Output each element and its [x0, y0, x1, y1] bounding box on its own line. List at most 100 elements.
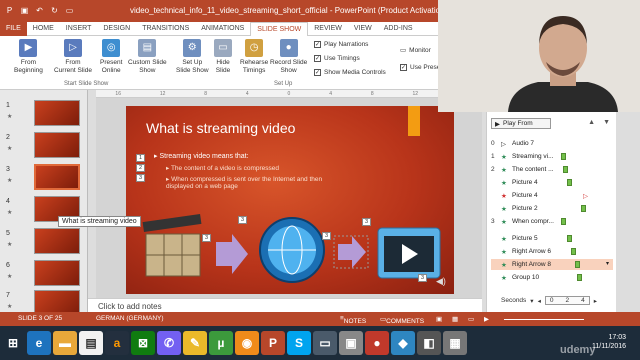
skype-icon[interactable]: S: [287, 331, 311, 355]
recorder-icon[interactable]: ●: [365, 331, 389, 355]
timing-bar[interactable]: [567, 179, 572, 186]
slide-body[interactable]: ▸ Streaming video means that: ▸ The cont…: [154, 152, 334, 193]
slide[interactable]: What is streaming video ▸ Streaming vide…: [126, 106, 454, 294]
slide-thumbnail-selected[interactable]: 3 ★: [4, 164, 84, 190]
slide-thumbnail[interactable]: 1 ★: [4, 100, 84, 126]
animation-item[interactable]: 3 ★ When compr...: [491, 216, 613, 227]
animation-badge[interactable]: 2: [136, 164, 145, 172]
scroll-left-icon[interactable]: ◂: [538, 297, 541, 305]
view-normal-icon[interactable]: ▣: [436, 315, 442, 323]
tab-review[interactable]: REVIEW: [308, 22, 348, 36]
hide-slide-button[interactable]: ▭ Hide Slide: [214, 39, 232, 75]
language-indicator[interactable]: GERMAN (GERMANY): [96, 315, 164, 322]
timing-bar[interactable]: [561, 218, 566, 225]
record-slide-show-button[interactable]: ● Record Slide Show: [270, 39, 307, 75]
start-slideshow-icon[interactable]: ▭: [64, 5, 75, 16]
timing-bar[interactable]: [571, 248, 576, 255]
app-icon[interactable]: ◧: [417, 331, 441, 355]
slide-title[interactable]: What is streaming video: [146, 120, 295, 136]
exit-marker-icon[interactable]: ▷: [583, 192, 588, 200]
animation-item[interactable]: 0 ▷ Audio 7: [491, 138, 613, 149]
undo-icon[interactable]: ↶: [34, 5, 45, 16]
animation-badge[interactable]: 3: [322, 232, 331, 240]
powerpoint-taskbar-icon[interactable]: P: [261, 331, 285, 355]
comments-toggle[interactable]: ▭ COMMENTS: [380, 315, 424, 325]
notes-field[interactable]: Click to add notes: [88, 298, 482, 312]
animation-badge[interactable]: 3: [418, 274, 427, 282]
animation-badge[interactable]: 3: [238, 216, 247, 224]
system-clock[interactable]: 17:03 11/11/2016: [592, 333, 626, 351]
app-window-icon[interactable]: ▣: [339, 331, 363, 355]
utorrent-icon[interactable]: µ: [209, 331, 233, 355]
animation-item-selected[interactable]: ★ Right Arrow 8 ▾: [491, 259, 613, 270]
animation-badge[interactable]: 3: [362, 218, 371, 226]
zoom-slider[interactable]: [504, 319, 584, 320]
tab-design[interactable]: DESIGN: [97, 22, 136, 36]
notepad-icon[interactable]: ▤: [79, 331, 103, 355]
tab-animations[interactable]: ANIMATIONS: [195, 22, 250, 36]
timing-bar[interactable]: [563, 166, 568, 173]
scroll-right-icon[interactable]: ▸: [594, 297, 597, 305]
use-presenter-view-checkbox[interactable]: ✓ Use Prese: [400, 64, 440, 71]
tab-add-ins[interactable]: ADD-INS: [378, 22, 419, 36]
timing-bar[interactable]: [567, 235, 572, 242]
redo-icon[interactable]: ↻: [49, 5, 60, 16]
animation-badge[interactable]: 3: [202, 234, 211, 242]
show-media-controls-checkbox[interactable]: ✓ Show Media Controls: [314, 69, 386, 76]
tab-view[interactable]: VIEW: [348, 22, 378, 36]
viber-icon[interactable]: ✆: [157, 331, 181, 355]
view-slideshow-icon[interactable]: ▶: [484, 315, 489, 323]
firefox-icon[interactable]: ◉: [235, 331, 259, 355]
animation-item[interactable]: 1 ★ Streaming vi...: [491, 151, 613, 162]
view-sorter-icon[interactable]: ▦: [452, 315, 458, 323]
move-down-icon[interactable]: ▼: [603, 119, 610, 126]
animation-item[interactable]: ★ Picture 4: [491, 177, 613, 188]
set-up-slide-show-button[interactable]: ⚙ Set Up Slide Show: [176, 39, 209, 75]
app-icon[interactable]: ◆: [391, 331, 415, 355]
from-beginning-button[interactable]: ▶ From Beginning: [14, 39, 43, 75]
animation-item[interactable]: 2 ★ The content ...: [491, 164, 613, 175]
timing-bar[interactable]: [581, 205, 586, 212]
animation-item[interactable]: ★ Picture 5: [491, 233, 613, 244]
animation-item[interactable]: ★ Picture 4 ▷: [491, 190, 613, 201]
app-icon[interactable]: ✎: [183, 331, 207, 355]
play-narrations-checkbox[interactable]: ✓ Play Narrations: [314, 41, 368, 48]
tab-transitions[interactable]: TRANSITIONS: [136, 22, 195, 36]
rehearse-timings-button[interactable]: ◷ Rehearse Timings: [240, 39, 268, 75]
windows-start-icon[interactable]: ⊞: [1, 331, 25, 355]
tab-slide-show[interactable]: SLIDE SHOW: [250, 22, 309, 36]
animation-item[interactable]: ★ Group 10: [491, 272, 613, 283]
animation-item[interactable]: ★ Right Arrow 6: [491, 246, 613, 257]
tab-home[interactable]: HOME: [27, 22, 60, 36]
chevron-down-icon[interactable]: ▾: [606, 260, 609, 267]
timing-bar[interactable]: [577, 274, 582, 281]
save-icon[interactable]: ▣: [19, 5, 30, 16]
xbox-icon[interactable]: ⊠: [131, 331, 155, 355]
animation-badge[interactable]: 3: [136, 174, 145, 182]
app-icon[interactable]: ▦: [443, 331, 467, 355]
file-explorer-icon[interactable]: ▬: [53, 331, 77, 355]
from-current-slide-button[interactable]: ▷ From Current Slide: [54, 39, 92, 75]
play-from-button[interactable]: ▶ Play From: [491, 118, 551, 129]
app-window-icon[interactable]: ▭: [313, 331, 337, 355]
timing-bar[interactable]: [561, 153, 566, 160]
seconds-dropdown[interactable]: Seconds: [501, 297, 526, 304]
timing-bar[interactable]: [575, 261, 580, 268]
chevron-down-icon[interactable]: ▾: [530, 297, 533, 305]
slide-thumbnail[interactable]: 5 ★: [4, 228, 84, 254]
tab-insert[interactable]: INSERT: [60, 22, 98, 36]
monitor-dropdown[interactable]: ▭ Monitor: [400, 46, 431, 55]
animation-item[interactable]: ★ Picture 2: [491, 203, 613, 214]
move-up-icon[interactable]: ▲: [588, 119, 595, 126]
use-timings-checkbox[interactable]: ✓ Use Timings: [314, 55, 360, 62]
powerpoint-icon[interactable]: P: [4, 5, 15, 16]
edge-browser-icon[interactable]: e: [27, 331, 51, 355]
custom-slide-show-button[interactable]: ▤ Custom Slide Show: [128, 39, 167, 75]
tab-file[interactable]: FILE: [0, 22, 27, 36]
slide-thumbnail[interactable]: 6 ★: [4, 260, 84, 286]
animation-badge[interactable]: 1: [136, 154, 145, 162]
present-online-button[interactable]: ◎ Present Online: [100, 39, 122, 75]
slide-thumbnail[interactable]: 2 ★: [4, 132, 84, 158]
notes-toggle[interactable]: ≡ NOTES: [340, 315, 366, 325]
view-reading-icon[interactable]: ▭: [468, 315, 474, 323]
